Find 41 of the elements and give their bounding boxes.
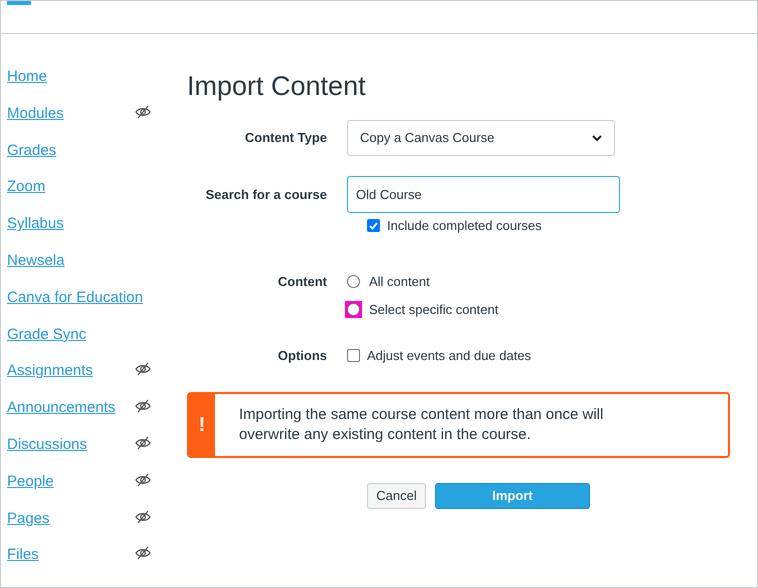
sidebar-link[interactable]: Newsela bbox=[7, 250, 65, 272]
sidebar-link[interactable]: Announcements bbox=[7, 397, 116, 420]
hidden-eye-icon bbox=[135, 104, 151, 119]
chevron-down-icon bbox=[592, 134, 602, 142]
sidebar-link[interactable]: Syllabus bbox=[7, 213, 64, 236]
course-search-field[interactable]: Old Course bbox=[347, 176, 620, 213]
alert-message: Importing the same course content more than once will overwrite any existing content in the course. bbox=[238, 405, 604, 445]
field-label: Content bbox=[276, 272, 328, 290]
checkbox-label: Adjust events and due dates bbox=[367, 346, 532, 365]
sidebar-link[interactable]: Pages bbox=[7, 508, 50, 530]
hidden-eye-icon bbox=[135, 436, 151, 450]
sidebar-link[interactable]: Files bbox=[7, 544, 39, 567]
field-label: Search for a course bbox=[204, 186, 328, 204]
tab-indicator bbox=[7, 1, 31, 5]
sidebar-link[interactable]: Grades bbox=[7, 140, 56, 162]
sidebar-link[interactable]: Grade Sync bbox=[7, 324, 86, 346]
cancel-button[interactable]: Cancel bbox=[367, 483, 426, 509]
page-title: Import Content bbox=[187, 70, 367, 103]
hidden-eye-icon bbox=[135, 472, 151, 487]
hidden-eye-icon bbox=[135, 546, 151, 560]
sidebar-link[interactable]: People bbox=[7, 470, 54, 494]
alert-icon-panel: ! bbox=[189, 394, 215, 456]
radio-button[interactable] bbox=[345, 301, 362, 318]
content-type-select[interactable]: Copy a Canvas Course bbox=[347, 120, 615, 156]
hidden-eye-icon bbox=[135, 510, 151, 524]
sidebar-link[interactable]: Assignments bbox=[7, 360, 93, 383]
hidden-eye-icon bbox=[135, 399, 151, 414]
sidebar-link[interactable]: Modules bbox=[7, 102, 64, 126]
checkbox[interactable] bbox=[347, 348, 360, 362]
sidebar-link[interactable]: Discussions bbox=[7, 434, 88, 456]
checkbox[interactable] bbox=[367, 219, 380, 232]
field-label: Options bbox=[276, 346, 328, 365]
radio-label: All content bbox=[369, 272, 430, 290]
sidebar-link[interactable]: Home bbox=[7, 66, 48, 88]
hidden-eye-icon bbox=[135, 362, 151, 376]
sidebar-link[interactable]: Zoom bbox=[7, 176, 46, 199]
radio-label: Select specific content bbox=[369, 301, 498, 319]
sidebar-link[interactable]: Canva for Education bbox=[7, 286, 143, 310]
field-label: Content Type bbox=[244, 129, 328, 148]
checkbox-label: Include completed courses bbox=[387, 217, 542, 235]
import-button[interactable]: Import bbox=[435, 483, 590, 509]
